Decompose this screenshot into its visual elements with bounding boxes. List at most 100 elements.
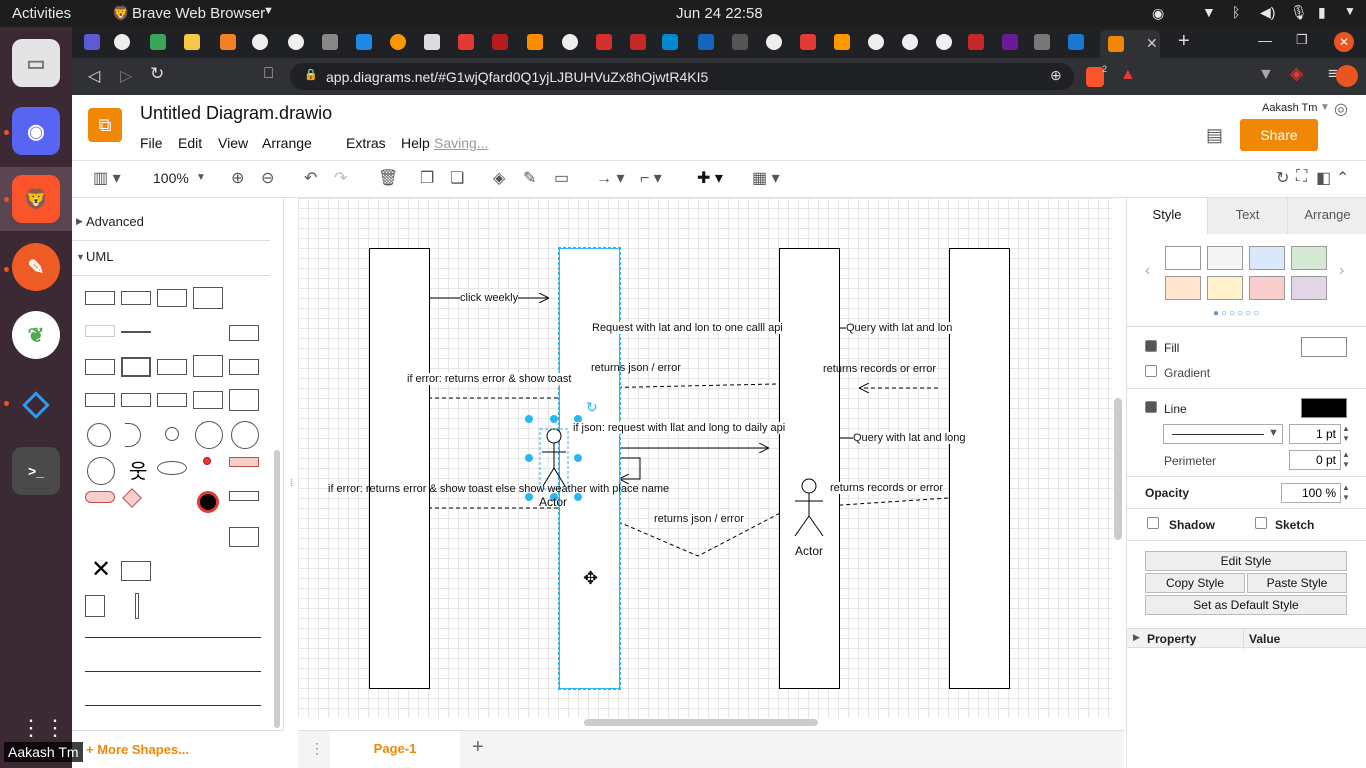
- sidebar-section-advanced[interactable]: Advanced: [86, 214, 144, 229]
- sidebar-scrollbar[interactable]: [274, 450, 280, 728]
- tab-favicon[interactable]: [390, 34, 406, 50]
- new-tab-icon[interactable]: +: [1178, 30, 1190, 53]
- add-page-icon[interactable]: +: [472, 736, 484, 759]
- tab-favicon[interactable]: [424, 34, 440, 50]
- tab-favicon[interactable]: [220, 34, 236, 50]
- back-icon[interactable]: ◁: [88, 66, 100, 86]
- shape-separator[interactable]: [121, 331, 151, 333]
- sync-icon[interactable]: ↻: [1276, 168, 1289, 188]
- redo-icon[interactable]: ↷: [334, 168, 347, 188]
- actor-figure[interactable]: [542, 428, 566, 487]
- shape-boundary[interactable]: [195, 421, 223, 449]
- tab-favicon[interactable]: [1068, 34, 1084, 50]
- shape-interface[interactable]: [121, 291, 151, 305]
- bluetooth-icon[interactable]: ᛒ: [1232, 4, 1240, 20]
- set-default-style-button[interactable]: Set as Default Style: [1145, 595, 1347, 615]
- menu-extras[interactable]: Extras: [346, 135, 401, 151]
- swatch-page-dots[interactable]: ●○○○○○: [1213, 308, 1261, 319]
- close-tab-icon[interactable]: ✕: [1146, 35, 1158, 52]
- wallet-icon[interactable]: ◈: [1290, 64, 1303, 84]
- zoom-select[interactable]: 100%: [153, 170, 189, 186]
- shape-frame-2[interactable]: [229, 527, 259, 547]
- share-button[interactable]: Share: [1240, 119, 1318, 151]
- message-label[interactable]: returns records or error: [823, 363, 936, 375]
- shape-final-state[interactable]: [197, 491, 219, 513]
- shape-decision[interactable]: [122, 488, 142, 508]
- shape-activity[interactable]: [229, 457, 259, 467]
- github-tab-icon[interactable]: [766, 34, 782, 50]
- tab-favicon[interactable]: [84, 34, 100, 50]
- sketch-checkbox[interactable]: [1255, 517, 1267, 529]
- line-pattern-select[interactable]: ▼: [1163, 424, 1283, 444]
- account-chevron-icon[interactable]: ▼: [1320, 102, 1330, 113]
- fill-color-picker[interactable]: [1301, 337, 1347, 357]
- account-name[interactable]: Aakash Tm: [1262, 102, 1317, 114]
- message-label[interactable]: Query with lat and lon: [846, 322, 953, 334]
- battery-icon[interactable]: ▮: [1318, 4, 1326, 21]
- zoom-in-icon[interactable]: ⊕: [231, 168, 244, 188]
- discord-app-icon[interactable]: ◉: [12, 107, 60, 155]
- volume-icon[interactable]: ◀): [1260, 4, 1275, 21]
- shape-initial-state[interactable]: [203, 457, 211, 465]
- tab-favicon[interactable]: [1002, 34, 1018, 50]
- tab-favicon[interactable]: [662, 34, 678, 50]
- tab-style[interactable]: Style: [1127, 198, 1207, 234]
- shape-action[interactable]: [85, 491, 115, 503]
- copy-style-button[interactable]: Copy Style: [1145, 573, 1245, 593]
- shape-destroy[interactable]: ✕: [91, 555, 111, 584]
- vpn-icon[interactable]: ▼: [1258, 66, 1274, 84]
- app-menu[interactable]: Brave Web Browser: [132, 5, 265, 22]
- rotate-handle-icon[interactable]: ↻: [586, 400, 598, 416]
- swatch-prev-icon[interactable]: ‹: [1145, 262, 1150, 280]
- line-width-input[interactable]: 1 pt: [1289, 424, 1341, 444]
- advanced-chevron-icon[interactable]: ▶: [76, 216, 83, 227]
- line-checkbox[interactable]: [1145, 401, 1157, 413]
- shape-box[interactable]: [121, 393, 151, 407]
- mongodb-compass-icon[interactable]: ❦: [12, 311, 60, 359]
- message-label[interactable]: Request with lat and lon to one calll ap…: [592, 322, 783, 334]
- shape-callback[interactable]: [85, 595, 105, 617]
- message-label[interactable]: if error: returns error & show toast: [407, 373, 572, 385]
- microphone-icon[interactable]: 🎙: [1290, 4, 1308, 21]
- zoom-out-icon[interactable]: ⊖: [261, 168, 274, 188]
- format-panel-icon[interactable]: ◧: [1316, 168, 1331, 188]
- tab-favicon[interactable]: [150, 34, 166, 50]
- tab-favicon[interactable]: [936, 34, 952, 50]
- style-swatch[interactable]: [1165, 276, 1201, 300]
- view-panels-icon[interactable]: ▥ ▾: [93, 168, 121, 188]
- style-swatch[interactable]: [1207, 276, 1243, 300]
- message-label[interactable]: returns json / error: [654, 513, 744, 525]
- perimeter-input[interactable]: 0 pt: [1289, 450, 1341, 470]
- tab-favicon[interactable]: [968, 34, 984, 50]
- diagram-canvas[interactable]: ↻ click weekly Request with lat and lon …: [298, 198, 1113, 718]
- message-label[interactable]: returns json / error: [591, 362, 681, 374]
- waypoints-icon[interactable]: ⌐ ▾: [640, 168, 662, 188]
- more-shapes-button[interactable]: + More Shapes...: [86, 742, 189, 757]
- style-swatch[interactable]: [1291, 246, 1327, 270]
- file-title[interactable]: Untitled Diagram.drawio: [140, 103, 332, 124]
- line-width-stepper-icon[interactable]: ▲ ▼: [1342, 424, 1350, 444]
- fill-checkbox[interactable]: [1145, 340, 1157, 352]
- files-app-icon[interactable]: ▭: [12, 39, 60, 87]
- shape-note[interactable]: [229, 325, 259, 341]
- maximize-window-icon[interactable]: ❐: [1296, 32, 1308, 48]
- zoom-indicator-icon[interactable]: ⊕: [1050, 67, 1062, 84]
- table-icon[interactable]: ▦ ▾: [752, 168, 780, 188]
- pages-menu-icon[interactable]: ⋮: [310, 740, 324, 757]
- perimeter-stepper-icon[interactable]: ▲ ▼: [1342, 450, 1350, 470]
- shape-activation[interactable]: [135, 593, 139, 619]
- lock-icon[interactable]: 🔒: [304, 68, 318, 81]
- address-bar[interactable]: 🔒 app.diagrams.net/#G1wjQfard0Q1yjLJBUHV…: [290, 63, 1074, 90]
- wifi-icon[interactable]: ▼: [1202, 4, 1216, 20]
- shape-box[interactable]: [229, 389, 259, 411]
- reload-icon[interactable]: ↻: [150, 64, 164, 84]
- system-menu-chevron-icon[interactable]: ▼: [1344, 4, 1356, 18]
- style-swatch[interactable]: [1165, 246, 1201, 270]
- page-tab-1[interactable]: Page-1: [330, 731, 460, 768]
- tab-favicon[interactable]: [562, 34, 578, 50]
- shape-class-3[interactable]: [85, 359, 115, 375]
- forward-icon[interactable]: ▷: [120, 66, 132, 86]
- shape-frame[interactable]: [121, 357, 151, 377]
- opacity-stepper-icon[interactable]: ▲ ▼: [1342, 483, 1350, 503]
- terminal-app-icon[interactable]: >_: [12, 447, 60, 495]
